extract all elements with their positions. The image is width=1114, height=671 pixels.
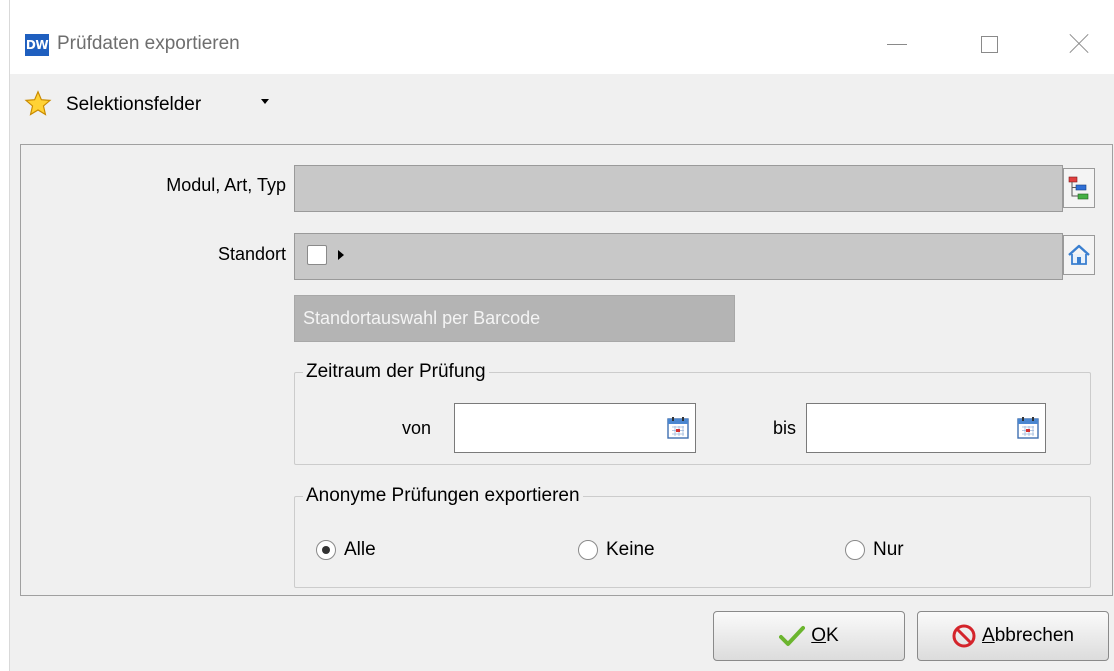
ok-label: OK <box>811 625 839 646</box>
title-bar: DW Prüfdaten exportieren <box>10 0 1114 74</box>
modul-picker-button[interactable] <box>1063 168 1095 208</box>
home-icon <box>1068 244 1090 265</box>
bis-date-input[interactable] <box>806 403 1046 453</box>
window-title: Prüfdaten exportieren <box>57 33 240 54</box>
radio-nur-label: Nur <box>873 539 904 560</box>
export-dialog: DW Prüfdaten exportieren Selektionsfelde… <box>10 0 1114 671</box>
modul-field[interactable] <box>294 165 1063 212</box>
background-edge <box>0 0 10 671</box>
modul-label: Modul, Art, Typ <box>166 175 286 195</box>
standort-picker-button[interactable] <box>1063 235 1095 275</box>
dw-app-icon: DW <box>25 34 49 56</box>
minimize-button[interactable] <box>874 24 920 64</box>
selection-fields-menu[interactable]: Selektionsfelder <box>66 92 201 118</box>
calendar-icon <box>1017 417 1039 439</box>
von-date-input[interactable] <box>454 403 696 453</box>
radio-keine[interactable]: Keine <box>578 537 655 563</box>
cancel-label: Abbrechen <box>982 625 1074 646</box>
caret-down-icon[interactable] <box>261 99 269 104</box>
checkmark-icon <box>779 625 806 647</box>
standort-field[interactable] <box>294 233 1063 280</box>
minimize-icon <box>887 43 907 45</box>
bis-calendar-button[interactable] <box>1015 412 1041 444</box>
maximize-button[interactable] <box>966 24 1012 64</box>
radio-alle-label: Alle <box>344 539 376 560</box>
radio-keine-label: Keine <box>606 539 655 560</box>
anonym-title: Anonyme Prüfungen exportieren <box>303 483 583 509</box>
triangle-right-icon[interactable] <box>338 250 344 260</box>
calendar-icon <box>667 417 689 439</box>
star-icon[interactable] <box>24 90 52 118</box>
filter-panel: Modul, Art, Typ Standort Standortauswahl… <box>20 144 1113 596</box>
radio-alle[interactable]: Alle <box>316 537 376 563</box>
radio-alle-circle[interactable] <box>316 540 336 560</box>
radio-keine-circle[interactable] <box>578 540 598 560</box>
standort-label: Standort <box>217 244 286 264</box>
maximize-icon <box>980 35 998 53</box>
ok-button[interactable]: OK <box>713 611 905 661</box>
standort-checkbox[interactable] <box>307 245 327 265</box>
zeitraum-title: Zeitraum der Prüfung <box>303 359 489 385</box>
von-calendar-button[interactable] <box>665 412 691 444</box>
radio-nur[interactable]: Nur <box>845 537 904 563</box>
toolbar: Selektionsfelder <box>10 74 1114 132</box>
bis-label: bis <box>772 418 796 438</box>
tree-icon <box>1068 176 1089 200</box>
radio-nur-circle[interactable] <box>845 540 865 560</box>
anonym-group: Anonyme Prüfungen exportieren <box>294 483 1091 588</box>
close-button[interactable] <box>1056 24 1102 64</box>
prohibited-icon <box>952 624 976 648</box>
cancel-button[interactable]: Abbrechen <box>917 611 1109 661</box>
von-label: von <box>401 418 431 438</box>
close-icon <box>1069 34 1089 54</box>
barcode-input[interactable]: Standortauswahl per Barcode <box>294 295 735 342</box>
